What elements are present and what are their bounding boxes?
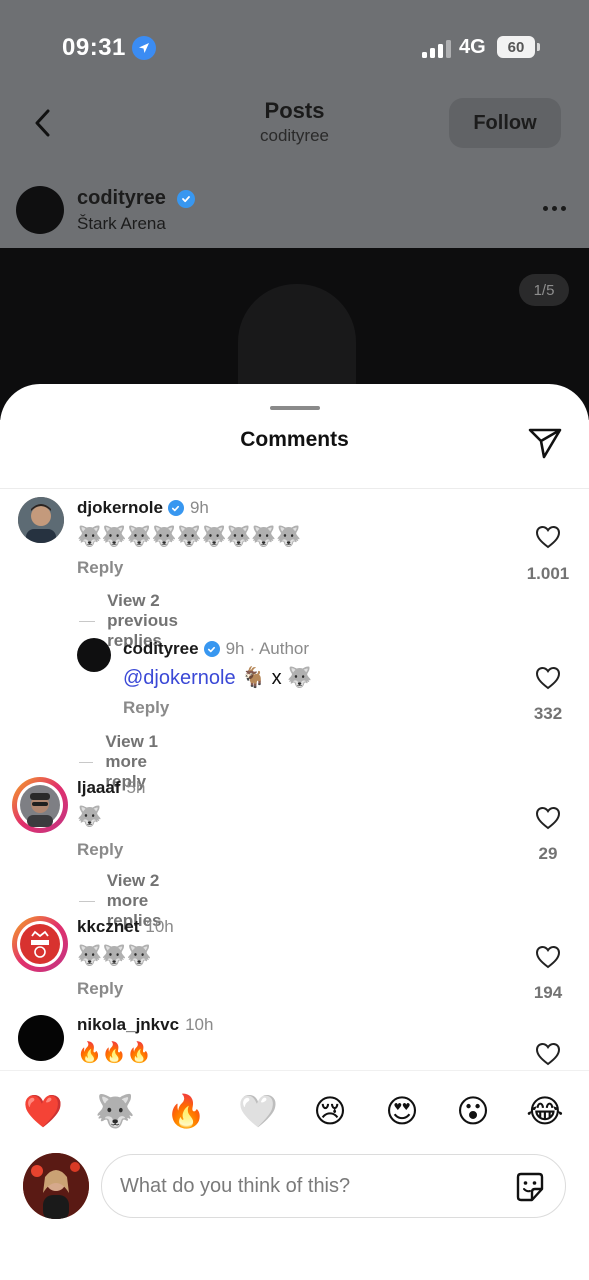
sticker-icon[interactable]: [512, 1169, 548, 1205]
verified-badge-icon: [167, 500, 184, 516]
emoji-heart[interactable]: ❤️: [23, 1091, 63, 1131]
status-bar: 09:31 4G 60: [0, 0, 589, 96]
emoji-crying[interactable]: 😢: [310, 1091, 350, 1131]
comment-username[interactable]: nikola_jnkvc: [77, 1015, 179, 1035]
status-time: 09:31: [62, 34, 126, 61]
comment-time: 5h: [126, 778, 146, 797]
emoji-white-heart[interactable]: 🤍: [238, 1091, 278, 1131]
comment-time: 10h: [145, 917, 174, 936]
network-type: 4G: [459, 36, 486, 58]
post-author[interactable]: codityree: [77, 187, 195, 210]
comment-input[interactable]: [120, 1169, 500, 1203]
comment-time: 9h: [225, 639, 245, 658]
reply-button[interactable]: Reply: [123, 698, 169, 718]
comment-text: 🔥🔥🔥: [77, 1042, 152, 1064]
like-count: 332: [533, 704, 563, 723]
battery-indicator: 60: [497, 36, 540, 58]
post-author-avatar[interactable]: [16, 186, 64, 234]
quick-emoji-bar: ❤️ 🐺 🔥 🤍 😢 😍 😮 😂: [0, 1070, 589, 1140]
verified-badge-icon: [203, 641, 220, 657]
comment-input-box: [101, 1154, 566, 1218]
sheet-title: Comments: [240, 428, 349, 451]
heart-icon[interactable]: [535, 1042, 561, 1066]
emoji-surprised[interactable]: 😮: [453, 1091, 493, 1131]
sheet-drag-handle[interactable]: [270, 406, 320, 410]
avatar[interactable]: [18, 497, 64, 543]
comment-text: @djokernole 🐐 x 🐺: [123, 665, 312, 690]
post-author-username: codityree: [77, 187, 166, 209]
cellular-signal-icon: [422, 38, 452, 58]
follow-button[interactable]: Follow: [449, 98, 561, 148]
like-count: 194: [533, 983, 563, 1002]
heart-icon[interactable]: [535, 666, 561, 690]
sheet-divider: [0, 488, 589, 489]
emoji-laughing[interactable]: 😂: [525, 1091, 565, 1131]
emoji-fire[interactable]: 🔥: [166, 1091, 206, 1131]
like-count: 1.001: [526, 564, 570, 583]
emoji-heart-eyes[interactable]: 😍: [382, 1091, 422, 1131]
author-tag: · Author: [249, 639, 310, 658]
send-icon[interactable]: [527, 424, 563, 460]
post-location[interactable]: Štark Arena: [77, 214, 166, 234]
comment-time: 9h: [189, 498, 209, 517]
heart-icon[interactable]: [535, 806, 561, 830]
mention-link[interactable]: @djokernole: [123, 667, 236, 689]
reply-button[interactable]: Reply: [77, 979, 123, 999]
avatar[interactable]: [12, 916, 68, 972]
carousel-counter: 1/5: [519, 274, 569, 306]
location-arrow-icon: [132, 36, 156, 60]
comment-text: 🐺🐺🐺: [77, 945, 152, 967]
reply-button[interactable]: Reply: [77, 840, 123, 860]
like-count: 29: [538, 844, 558, 863]
emoji-wolf[interactable]: 🐺: [95, 1091, 135, 1131]
current-user-avatar: [23, 1153, 89, 1219]
comment-username[interactable]: kkcznet: [77, 917, 139, 937]
heart-icon[interactable]: [535, 525, 561, 549]
reply-button[interactable]: Reply: [77, 558, 123, 578]
comments-sheet: Comments djokernole 9h 🐺🐺🐺🐺🐺🐺🐺🐺🐺 Reply 1…: [0, 384, 589, 1280]
comment-time: 10h: [185, 1015, 214, 1034]
avatar[interactable]: [18, 1015, 64, 1061]
comment-username[interactable]: codityree: [123, 639, 199, 659]
avatar[interactable]: [77, 638, 111, 672]
heart-icon[interactable]: [535, 945, 561, 969]
comment-username[interactable]: ljaaaf: [77, 778, 120, 798]
more-icon[interactable]: [543, 200, 569, 216]
comment-text: 🐺🐺🐺🐺🐺🐺🐺🐺🐺: [77, 526, 302, 548]
comment-text: 🐺: [77, 806, 102, 828]
verified-badge-icon: [176, 189, 195, 208]
comment-username[interactable]: djokernole: [77, 498, 163, 518]
avatar[interactable]: [12, 777, 68, 833]
comment-text-body: 🐐 x 🐺: [235, 667, 313, 689]
